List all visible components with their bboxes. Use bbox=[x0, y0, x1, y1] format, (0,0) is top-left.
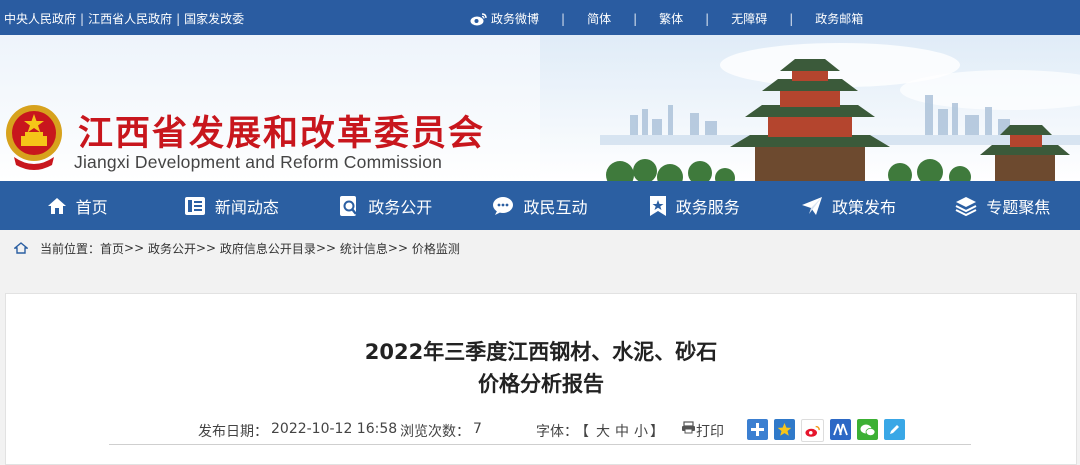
chat-icon bbox=[493, 196, 514, 215]
nav-label: 专题聚焦 bbox=[986, 197, 1051, 217]
nav-label: 新闻动态 bbox=[214, 197, 279, 217]
paper-plane-icon bbox=[802, 196, 823, 215]
print-label: 打印 bbox=[696, 424, 724, 440]
share-bookmark-icon[interactable] bbox=[884, 419, 905, 440]
breadcrumb-sep: >> bbox=[195, 241, 217, 255]
nav-label: 政务公开 bbox=[368, 197, 433, 217]
font-small-button[interactable]: 小 bbox=[634, 421, 648, 441]
article-panel: 2022年三季度江西钢材、水泥、砂石 价格分析报告 发布日期： 2022-10-… bbox=[5, 293, 1077, 465]
site-banner: 江西省发展和改革委员会 Jiangxi Development and Refo… bbox=[0, 35, 1080, 181]
divider-line bbox=[109, 444, 971, 445]
article-title-line1: 2022年三季度江西钢材、水泥、砂石 bbox=[364, 340, 718, 364]
traditional-chinese-link[interactable]: 繁体 bbox=[659, 10, 683, 27]
nav-item-topics[interactable]: 专题聚焦 bbox=[926, 181, 1080, 230]
publish-date-label: 发布日期： bbox=[198, 424, 268, 440]
views-count: 7 bbox=[473, 421, 482, 437]
publish-date-value: 2022-10-12 16:58 bbox=[271, 421, 398, 437]
divider: | bbox=[789, 11, 794, 26]
nav-item-home[interactable]: 首页 bbox=[0, 181, 154, 230]
star-bookmark-icon bbox=[649, 195, 666, 216]
divider: | bbox=[633, 11, 638, 26]
accessibility-link[interactable]: 无障碍 bbox=[731, 10, 767, 27]
top-bar: 中央人民政府 | 江西省人民政府 | 国家发改委 政务微博 | 简体 | 繁体 | 无障… bbox=[0, 0, 1080, 35]
news-icon bbox=[184, 196, 205, 215]
link-ndrc[interactable]: 国家发改委 bbox=[184, 12, 244, 26]
pavilion-skyline-illustration bbox=[540, 35, 1080, 181]
nav-item-services[interactable]: 政务服务 bbox=[617, 181, 771, 230]
breadcrumb-gov-affairs[interactable]: 政务公开 bbox=[148, 240, 196, 257]
national-emblem-icon bbox=[6, 105, 62, 170]
breadcrumb-home-icon bbox=[14, 242, 28, 254]
breadcrumb-info-catalog[interactable]: 政府信息公开目录 bbox=[220, 240, 316, 257]
top-utility-links: 政务微博 | 简体 | 繁体 | 无障碍 | 政务邮箱 bbox=[470, 10, 863, 27]
font-large-button[interactable]: 大 bbox=[596, 421, 610, 441]
gov-mailbox-link[interactable]: 政务邮箱 bbox=[815, 10, 863, 27]
separator: | bbox=[80, 12, 85, 26]
views-label: 浏览次数： bbox=[400, 424, 470, 440]
nav-item-policy[interactable]: 政策发布 bbox=[771, 181, 925, 230]
share-weibo-icon[interactable] bbox=[801, 419, 824, 442]
link-jiangxi-gov[interactable]: 江西省人民政府 bbox=[88, 12, 172, 26]
article-title-line2: 价格分析报告 bbox=[478, 372, 604, 396]
nav-label: 政民互动 bbox=[523, 197, 588, 217]
breadcrumb-home[interactable]: 首页 bbox=[100, 240, 124, 257]
layers-icon bbox=[955, 196, 977, 216]
font-bracket-open: 【 bbox=[575, 424, 589, 440]
share-renren-icon[interactable] bbox=[830, 419, 851, 440]
print-button[interactable]: 打印 bbox=[681, 421, 724, 440]
share-more-icon[interactable] bbox=[747, 419, 768, 440]
top-links: 中央人民政府 | 江西省人民政府 | 国家发改委 bbox=[4, 10, 244, 27]
home-icon bbox=[47, 197, 66, 214]
nav-label: 首页 bbox=[75, 197, 108, 217]
separator: | bbox=[176, 12, 181, 26]
simplified-chinese-link[interactable]: 简体 bbox=[587, 10, 611, 27]
font-medium-button[interactable]: 中 bbox=[615, 421, 629, 441]
breadcrumb-sep: >> bbox=[315, 241, 337, 255]
share-qzone-icon[interactable] bbox=[774, 419, 795, 440]
breadcrumb-sep: >> bbox=[387, 241, 408, 255]
nav-label: 政务服务 bbox=[675, 197, 740, 217]
breadcrumb-statistics[interactable]: 统计信息 bbox=[340, 240, 388, 257]
nav-label: 政策发布 bbox=[832, 197, 897, 217]
printer-icon bbox=[682, 421, 695, 434]
divider: | bbox=[561, 11, 566, 26]
font-size-label: 字体： bbox=[536, 424, 578, 440]
divider: | bbox=[705, 11, 710, 26]
font-bracket-close: 】 bbox=[650, 424, 664, 440]
breadcrumb-prefix: 当前位置： bbox=[40, 241, 101, 256]
breadcrumb: 当前位置： 首页 >> 政务公开 >> 政府信息公开目录 >> 统计信息 >> 价格监测 bbox=[0, 230, 1080, 266]
nav-item-interaction[interactable]: 政民互动 bbox=[463, 181, 617, 230]
link-central-gov[interactable]: 中央人民政府 bbox=[4, 12, 76, 26]
breadcrumb-sep: >> bbox=[124, 241, 145, 255]
nav-item-news[interactable]: 新闻动态 bbox=[154, 181, 308, 230]
weibo-link[interactable]: 政务微博 bbox=[491, 10, 539, 27]
search-doc-icon bbox=[340, 195, 358, 216]
site-title: 江西省发展和改革委员会 bbox=[78, 114, 486, 154]
share-bar bbox=[747, 419, 911, 442]
weibo-icon bbox=[470, 12, 488, 26]
share-wechat-icon[interactable] bbox=[857, 419, 878, 440]
site-subtitle: Jiangxi Development and Reform Commissio… bbox=[74, 152, 443, 172]
nav-item-gov-affairs-open[interactable]: 政务公开 bbox=[309, 181, 463, 230]
main-nav: 首页 新闻动态 政务公开 政民互动 政务服务 政策发布 专题聚焦 bbox=[0, 181, 1080, 230]
breadcrumb-price-monitoring[interactable]: 价格监测 bbox=[412, 240, 460, 257]
